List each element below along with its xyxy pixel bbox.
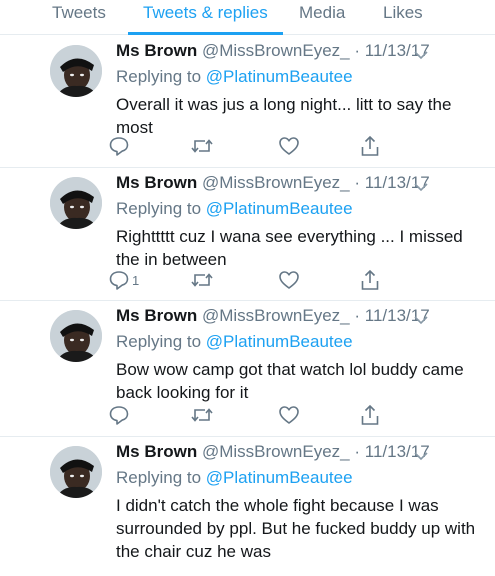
separator-dot: · <box>354 442 361 461</box>
share-icon <box>361 135 379 156</box>
retweet-icon <box>191 408 213 422</box>
separator-dot: · <box>354 173 361 192</box>
tab-tweets-and-replies[interactable]: Tweets & replies <box>143 3 268 23</box>
author-name[interactable]: Ms Brown <box>116 41 197 60</box>
tweet-header: Ms Brown @MissBrownEyez_ · 11/13/17 <box>116 41 430 61</box>
replying-to-label: Replying to <box>116 468 202 487</box>
chevron-down-icon[interactable] <box>414 312 428 330</box>
tweet-text: I didn't catch the whole fight because I… <box>116 496 476 561</box>
author-handle[interactable]: @MissBrownEyez_ <box>202 306 350 325</box>
replying-to-mention[interactable]: @PlatinumBeautee <box>206 468 353 487</box>
avatar[interactable] <box>50 310 102 362</box>
share-icon <box>361 404 379 425</box>
reply-icon <box>109 137 129 156</box>
like-icon <box>279 406 299 424</box>
retweet-button[interactable] <box>190 135 214 157</box>
replying-to-label: Replying to <box>116 67 202 86</box>
chevron-down-icon[interactable] <box>414 179 428 197</box>
share-button[interactable] <box>360 404 380 426</box>
tweet[interactable]: Ms Brown @MissBrownEyez_ · 11/13/17 Repl… <box>0 436 495 576</box>
reply-icon <box>109 406 129 425</box>
chevron-down-icon[interactable] <box>414 448 428 466</box>
avatar[interactable] <box>50 177 102 229</box>
tweet-header: Ms Brown @MissBrownEyez_ · 11/13/17 <box>116 173 430 193</box>
replying-to-label: Replying to <box>116 332 202 351</box>
tweet-header: Ms Brown @MissBrownEyez_ · 11/13/17 <box>116 442 430 462</box>
author-handle[interactable]: @MissBrownEyez_ <box>202 442 350 461</box>
author-name[interactable]: Ms Brown <box>116 442 197 461</box>
tweet[interactable]: Ms Brown @MissBrownEyez_ · 11/13/17 Repl… <box>0 300 495 437</box>
tweet-text: Overall it was jus a long night... litt … <box>116 95 452 137</box>
author-handle[interactable]: @MissBrownEyez_ <box>202 41 350 60</box>
avatar-image <box>50 45 102 97</box>
tweet-actions <box>108 404 408 428</box>
tweet-text: Bow wow camp got that watch lol buddy ca… <box>116 360 464 402</box>
share-button[interactable] <box>360 269 380 291</box>
author-handle[interactable]: @MissBrownEyez_ <box>202 173 350 192</box>
like-icon <box>279 137 299 155</box>
replying-to-mention[interactable]: @PlatinumBeautee <box>206 67 353 86</box>
replying-to-mention[interactable]: @PlatinumBeautee <box>206 199 353 218</box>
tweet[interactable]: Ms Brown @MissBrownEyez_ · 11/13/17 Repl… <box>0 167 495 301</box>
replying-to-mention[interactable]: @PlatinumBeautee <box>206 332 353 351</box>
share-icon <box>361 269 379 290</box>
tweet-header: Ms Brown @MissBrownEyez_ · 11/13/17 <box>116 306 430 326</box>
tweet-text: Righttttt cuz I wana see everything ... … <box>116 227 463 269</box>
retweet-button[interactable] <box>190 404 214 426</box>
reply-icon <box>109 271 129 290</box>
reply-button[interactable] <box>108 135 132 157</box>
tweet-actions: 1 <box>108 269 408 293</box>
author-name[interactable]: Ms Brown <box>116 173 197 192</box>
tab-tweets[interactable]: Tweets <box>52 3 106 23</box>
avatar-image <box>50 177 102 229</box>
separator-dot: · <box>354 306 361 325</box>
avatar[interactable] <box>50 446 102 498</box>
tweet-actions <box>108 135 408 159</box>
retweet-button[interactable] <box>190 269 214 291</box>
tweet[interactable]: Ms Brown @MissBrownEyez_ · 11/13/17 Repl… <box>0 35 495 168</box>
avatar-image <box>50 310 102 362</box>
tab-media[interactable]: Media <box>299 3 345 23</box>
replying-to-label: Replying to <box>116 199 202 218</box>
like-icon <box>279 271 299 289</box>
reply-button[interactable]: 1 <box>108 269 139 291</box>
avatar[interactable] <box>50 45 102 97</box>
replying-to: Replying to @PlatinumBeautee <box>116 468 353 488</box>
replying-to: Replying to @PlatinumBeautee <box>116 199 353 219</box>
replying-to: Replying to @PlatinumBeautee <box>116 332 353 352</box>
retweet-icon <box>191 139 213 153</box>
retweet-icon <box>191 273 213 287</box>
reply-button[interactable] <box>108 404 132 426</box>
avatar-image <box>50 446 102 498</box>
like-button[interactable] <box>278 404 300 426</box>
author-name[interactable]: Ms Brown <box>116 306 197 325</box>
share-button[interactable] <box>360 135 380 157</box>
chevron-down-icon[interactable] <box>414 47 428 65</box>
separator-dot: · <box>354 41 361 60</box>
reply-count: 1 <box>132 272 140 288</box>
like-button[interactable] <box>278 135 300 157</box>
replying-to: Replying to @PlatinumBeautee <box>116 67 353 87</box>
profile-tabs: Tweets Tweets & replies Media Likes <box>0 0 495 35</box>
tab-likes[interactable]: Likes <box>383 3 423 23</box>
like-button[interactable] <box>278 269 300 291</box>
